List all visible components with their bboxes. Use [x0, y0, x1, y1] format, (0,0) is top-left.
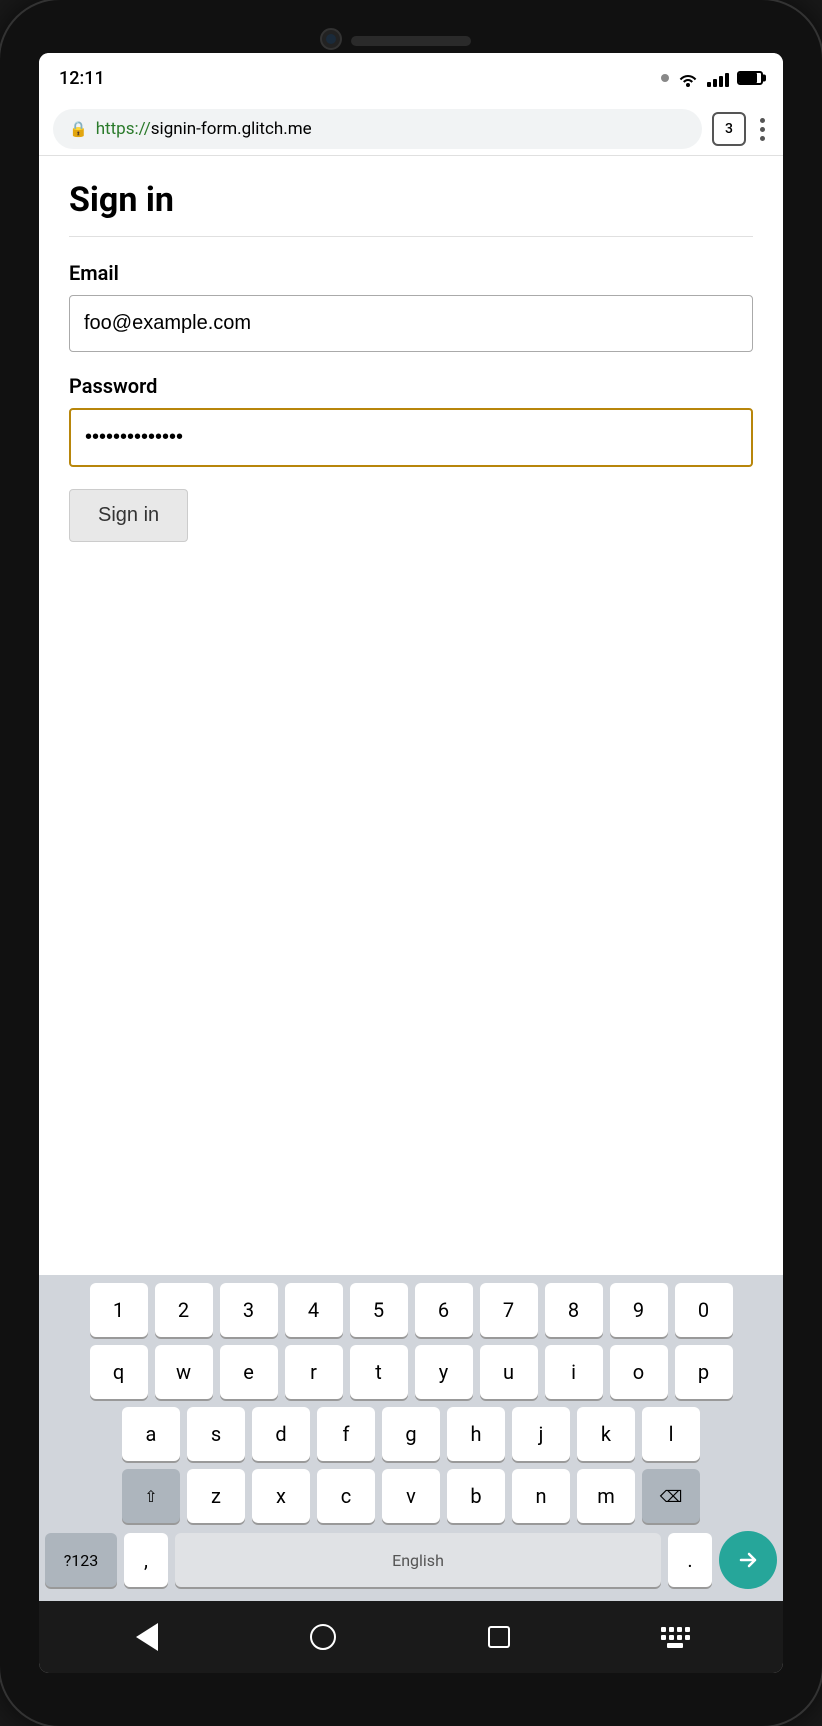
- symbols-key[interactable]: ?123: [45, 1533, 117, 1587]
- keyboard-button[interactable]: [655, 1617, 695, 1657]
- email-label: Email: [69, 261, 753, 285]
- key-s[interactable]: s: [187, 1407, 245, 1461]
- keyboard: 1 2 3 4 5 6 7 8 9 0 q w e r t y u i: [39, 1275, 783, 1601]
- key-h[interactable]: h: [447, 1407, 505, 1461]
- password-label: Password: [69, 374, 753, 398]
- url-domain: signin-form.glitch.me: [151, 119, 312, 139]
- key-l[interactable]: l: [642, 1407, 700, 1461]
- battery-icon: [737, 71, 763, 85]
- key-z[interactable]: z: [187, 1469, 245, 1523]
- home-icon: [310, 1624, 336, 1650]
- back-icon: [136, 1623, 158, 1651]
- sign-in-button[interactable]: Sign in: [69, 489, 188, 542]
- phone-device: 12:11: [0, 0, 822, 1726]
- key-2[interactable]: 2: [155, 1283, 213, 1337]
- status-time: 12:11: [59, 68, 105, 89]
- recents-button[interactable]: [479, 1617, 519, 1657]
- url-text: https://signin-form.glitch.me: [96, 119, 312, 139]
- key-f[interactable]: f: [317, 1407, 375, 1461]
- key-n[interactable]: n: [512, 1469, 570, 1523]
- keyboard-row-zxcv: ⇧ z x c v b n m ⌫: [39, 1469, 783, 1523]
- key-q[interactable]: q: [90, 1345, 148, 1399]
- key-v[interactable]: v: [382, 1469, 440, 1523]
- key-c[interactable]: c: [317, 1469, 375, 1523]
- key-e[interactable]: e: [220, 1345, 278, 1399]
- keyboard-row-qwerty: q w e r t y u i o p: [39, 1345, 783, 1399]
- keyboard-row-asdf: a s d f g h j k l: [39, 1407, 783, 1461]
- key-3[interactable]: 3: [220, 1283, 278, 1337]
- menu-button[interactable]: [756, 114, 769, 145]
- key-t[interactable]: t: [350, 1345, 408, 1399]
- phone-speaker: [351, 36, 471, 46]
- title-divider: [69, 236, 753, 237]
- key-u[interactable]: u: [480, 1345, 538, 1399]
- key-1[interactable]: 1: [90, 1283, 148, 1337]
- period-key[interactable]: .: [668, 1533, 712, 1587]
- email-field[interactable]: [69, 295, 753, 352]
- key-d[interactable]: d: [252, 1407, 310, 1461]
- key-9[interactable]: 9: [610, 1283, 668, 1337]
- shift-key[interactable]: ⇧: [122, 1469, 180, 1523]
- address-bar[interactable]: 🔒 https://signin-form.glitch.me 3: [39, 103, 783, 156]
- key-7[interactable]: 7: [480, 1283, 538, 1337]
- key-x[interactable]: x: [252, 1469, 310, 1523]
- key-k[interactable]: k: [577, 1407, 635, 1461]
- phone-screen: 12:11: [39, 53, 783, 1673]
- recents-icon: [488, 1626, 510, 1648]
- comma-key[interactable]: ,: [124, 1533, 168, 1587]
- backspace-key[interactable]: ⌫: [642, 1469, 700, 1523]
- key-p[interactable]: p: [675, 1345, 733, 1399]
- password-field[interactable]: [69, 408, 753, 467]
- key-w[interactable]: w: [155, 1345, 213, 1399]
- wifi-icon: [677, 69, 699, 87]
- back-button[interactable]: [127, 1617, 167, 1657]
- enter-arrow-icon: [736, 1551, 760, 1569]
- key-4[interactable]: 4: [285, 1283, 343, 1337]
- status-bar: 12:11: [39, 53, 783, 103]
- key-j[interactable]: j: [512, 1407, 570, 1461]
- key-b[interactable]: b: [447, 1469, 505, 1523]
- keyboard-row-numbers: 1 2 3 4 5 6 7 8 9 0: [39, 1283, 783, 1337]
- key-8[interactable]: 8: [545, 1283, 603, 1337]
- signal-icon: [707, 69, 729, 87]
- key-y[interactable]: y: [415, 1345, 473, 1399]
- key-o[interactable]: o: [610, 1345, 668, 1399]
- url-https: https://: [96, 119, 151, 139]
- tab-count[interactable]: 3: [712, 112, 746, 146]
- key-5[interactable]: 5: [350, 1283, 408, 1337]
- key-6[interactable]: 6: [415, 1283, 473, 1337]
- url-bar[interactable]: 🔒 https://signin-form.glitch.me: [53, 109, 702, 149]
- bottom-nav: [39, 1601, 783, 1673]
- status-icons: [659, 69, 763, 87]
- key-m[interactable]: m: [577, 1469, 635, 1523]
- key-r[interactable]: r: [285, 1345, 343, 1399]
- keyboard-row-bottom: ?123 , English .: [39, 1531, 783, 1589]
- home-button[interactable]: [303, 1617, 343, 1657]
- phone-camera: [320, 28, 342, 50]
- key-i[interactable]: i: [545, 1345, 603, 1399]
- key-0[interactable]: 0: [675, 1283, 733, 1337]
- keyboard-icon: [661, 1627, 690, 1648]
- spacebar-key[interactable]: English: [175, 1533, 661, 1587]
- enter-key[interactable]: [719, 1531, 777, 1589]
- page-title: Sign in: [69, 180, 753, 220]
- main-content: Sign in Email Password Sign in: [39, 156, 783, 1275]
- notification-icon: [661, 74, 669, 82]
- key-g[interactable]: g: [382, 1407, 440, 1461]
- key-a[interactable]: a: [122, 1407, 180, 1461]
- lock-icon: 🔒: [69, 120, 88, 138]
